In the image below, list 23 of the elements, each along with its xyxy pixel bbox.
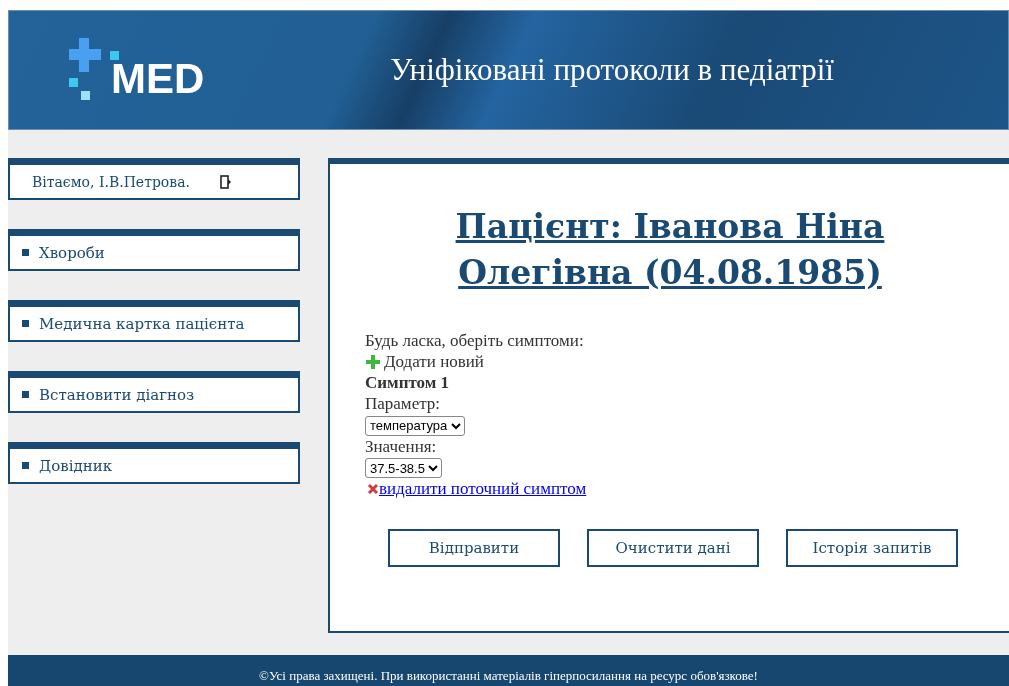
remove-symptom-link[interactable]: видалити поточний симптом <box>379 478 587 499</box>
add-symptom-link[interactable]: Додати новий <box>365 351 1009 372</box>
plus-icon <box>365 353 381 370</box>
form-button[interactable]: Очистити дані <box>587 529 759 567</box>
sidebar-item[interactable]: Встановити діагноз <box>8 371 300 413</box>
greeting-text: Вітаємо, І.В.Петрова. <box>32 173 190 190</box>
copyright-text: ©Усі права захищені. При використанні матеріалів гіперпосилання на ресурс обов'язкове! <box>259 668 758 684</box>
symptom-title: Симптом 1 <box>365 372 451 393</box>
sidebar-item[interactable]: Довідник <box>8 442 300 484</box>
site-title: Уніфіковані протоколи в педіатрії <box>390 52 834 88</box>
sidebar-item[interactable]: Хвороби <box>8 229 300 271</box>
form-button[interactable]: Історія запитів <box>786 529 958 567</box>
close-icon <box>367 482 379 495</box>
field-label: Значення: <box>365 435 438 457</box>
value-select[interactable]: 37.5-38.5 <box>365 458 442 478</box>
patient-heading-link[interactable]: Пацієнт: Іванова Ніна Олегівна (04.08.1985) <box>390 204 950 296</box>
field-label: Параметр: <box>365 393 442 414</box>
logo-text: MED <box>111 58 205 100</box>
parameter-select[interactable]: температура <box>365 415 465 436</box>
logout-icon[interactable] <box>219 174 232 189</box>
sidebar-item[interactable]: Медична картка пацієнта <box>8 300 300 342</box>
form-button[interactable]: Відправити <box>388 529 560 567</box>
prompt-text: Будь ласка, оберіть симптоми: <box>365 330 585 351</box>
